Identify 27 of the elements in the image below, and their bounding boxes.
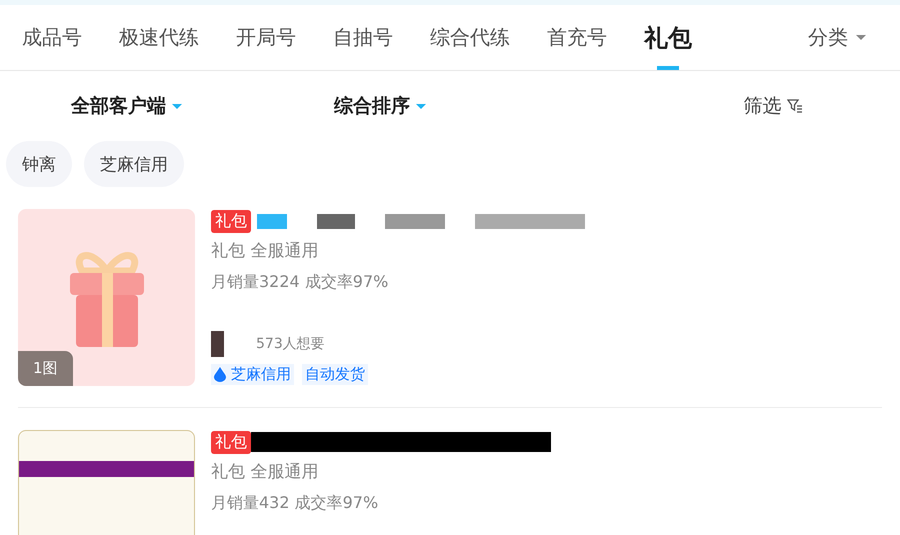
category-tab[interactable]: 自抽号 bbox=[333, 5, 393, 70]
filter-chip[interactable]: 芝麻信用 bbox=[84, 141, 184, 187]
avatar-placeholder bbox=[211, 331, 224, 357]
tag-label: 自动发货 bbox=[305, 365, 365, 384]
sales-stats: 月销量3224 成交率97% bbox=[211, 272, 390, 293]
filter-dropdown[interactable]: 综合排序 bbox=[253, 93, 507, 119]
listing-subtitle: 礼包 全服通用 bbox=[211, 240, 320, 262]
category-tab[interactable]: 成品号 bbox=[22, 5, 82, 70]
category-menu[interactable]: 分类 bbox=[808, 24, 878, 51]
category-tab[interactable]: 综合代练 bbox=[430, 5, 510, 70]
filter-dropdown[interactable]: 全部客户端 bbox=[0, 93, 254, 119]
filter-chip[interactable]: 钟离 bbox=[6, 141, 72, 187]
filter-dropdown[interactable]: 筛选 bbox=[506, 93, 900, 119]
sales-stats: 月销量432 成交率97% bbox=[211, 493, 380, 514]
category-tab[interactable]: 首充号 bbox=[547, 5, 607, 70]
category-tab[interactable]: 开局号 bbox=[236, 5, 296, 70]
gift-badge: 礼包 bbox=[211, 210, 251, 232]
filter-icon bbox=[787, 99, 804, 113]
water-drop-icon bbox=[214, 367, 226, 382]
gift-badge: 礼包 bbox=[211, 430, 251, 454]
category-tab[interactable]: 礼包 bbox=[644, 5, 692, 70]
wants-count: 573人想要 bbox=[256, 335, 325, 353]
product-image[interactable]: 1图 bbox=[18, 209, 195, 386]
tag-label: 芝麻信用 bbox=[231, 365, 291, 384]
category-tab[interactable]: 极速代练 bbox=[119, 5, 199, 70]
listing-subtitle: 礼包 全服通用 bbox=[211, 461, 320, 483]
image-count-badge: 1图 bbox=[18, 351, 73, 386]
